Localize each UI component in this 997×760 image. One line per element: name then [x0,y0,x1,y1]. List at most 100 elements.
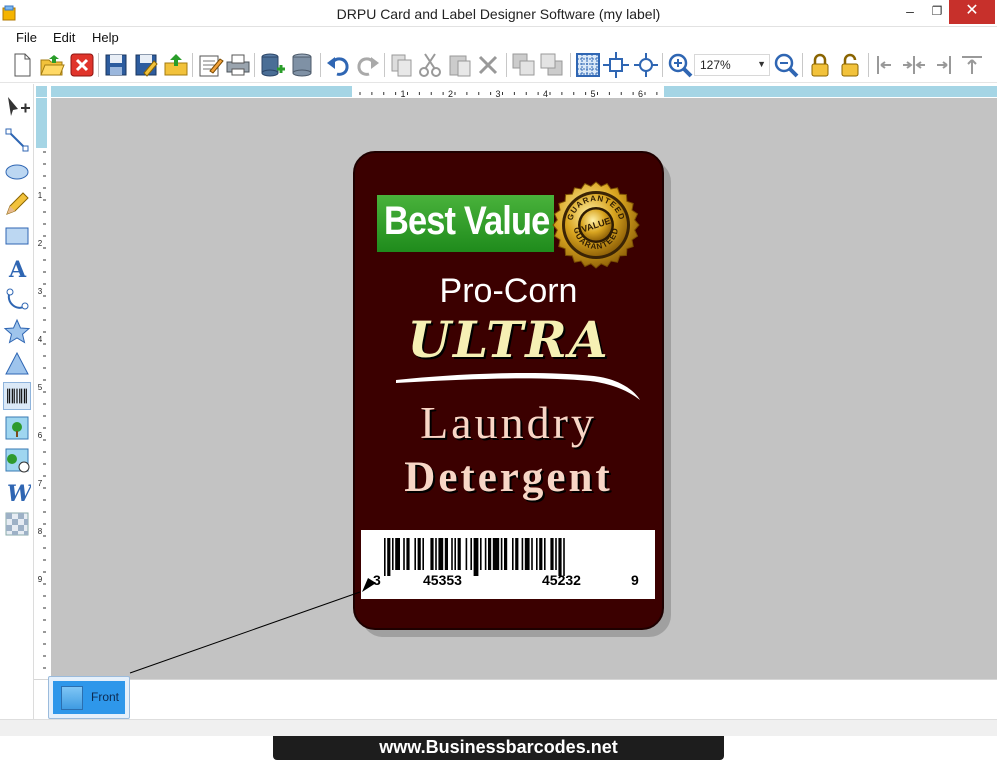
open-icon[interactable] [38,51,66,79]
barcode-bar [470,538,472,570]
print-icon[interactable] [224,51,252,79]
product-ultra-text[interactable]: ULTRA [355,310,662,369]
zoom-in-icon[interactable] [666,51,694,79]
svg-text:A: A [8,257,27,282]
new-icon[interactable] [8,51,36,79]
pencil-tool-icon[interactable] [3,190,31,218]
ellipse-tool-icon[interactable] [3,158,31,186]
title-bar: DRPU Card and Label Designer Software (m… [0,0,997,27]
product-laundry-text[interactable]: Laundry [355,396,662,449]
barcode-bar [417,538,421,570]
barcode-bar [512,538,514,570]
text-tool-icon[interactable]: A [3,254,31,282]
properties-icon[interactable] [196,51,224,79]
picture-library-icon[interactable] [3,446,31,474]
delete-icon[interactable] [474,51,502,79]
select-tool-icon[interactable] [3,94,31,122]
save-as-icon[interactable] [132,51,160,79]
product-detergent-text[interactable]: Detergent [355,453,662,502]
toolbar-separator [98,53,99,77]
barcode-bar [521,538,524,570]
triangle-tool-icon[interactable] [3,350,31,378]
menu-edit[interactable]: Edit [53,30,75,45]
barcode-bar [451,538,453,570]
send-back-icon[interactable] [538,51,566,79]
barcode-bar [454,538,456,570]
barcode-bar [392,538,394,570]
main-toolbar: 127% ▼ [0,47,997,83]
barcode-bar [465,538,468,570]
window-title: DRPU Card and Label Designer Software (m… [336,6,661,22]
undo-icon[interactable] [324,51,352,79]
maximize-button[interactable]: ❐ [922,0,952,24]
toolbar-separator [570,53,571,77]
ruler-number: 8 [38,527,43,536]
paste-icon[interactable] [446,51,474,79]
curve-tool-icon[interactable] [3,286,31,314]
best-value-text: Best Value [384,199,550,243]
center-icon[interactable] [602,51,630,79]
guarantee-seal-icon[interactable]: GUARANTEED GUARANTEED VALUE [552,181,640,269]
menu-help[interactable]: Help [92,30,119,45]
export-icon[interactable] [162,51,190,79]
product-brand-text[interactable]: Pro-Corn [355,272,662,311]
grid-icon[interactable] [574,51,602,79]
toolbar-separator [506,53,507,77]
barcode-bar [438,538,444,570]
save-icon[interactable] [102,51,130,79]
database-icon[interactable] [288,51,316,79]
database-add-icon[interactable] [258,51,286,79]
zoom-select[interactable]: 127% ▼ [694,54,770,76]
vertical-ruler-ticks: 1 2 3 4 5 6 7 8 9 [38,151,46,669]
toolbar-separator [320,53,321,77]
barcode-bar [384,538,386,576]
menu-file[interactable]: File [16,30,37,45]
chevron-down-icon: ▼ [757,59,766,69]
star-tool-icon[interactable] [3,318,31,346]
vertical-ruler[interactable]: 1 2 3 4 5 6 7 8 9 [36,98,47,729]
copy-icon[interactable] [388,51,416,79]
wordart-tool-icon[interactable]: W [3,478,31,506]
barcode-bar [555,538,557,570]
barcode-bar [500,538,503,570]
front-tab-highlight: Front [53,681,125,714]
barcode-bar [444,538,448,570]
barcode-bar [539,538,543,570]
ruler-number: 3 [38,287,43,296]
barcode-bar [563,538,565,576]
rectangle-tool-icon[interactable] [3,222,31,250]
fit-icon[interactable] [632,51,660,79]
front-page-tab[interactable]: Front [48,676,130,719]
barcode-bar [480,538,482,570]
zoom-out-icon[interactable] [772,51,800,79]
barcode-bar [395,538,400,570]
redo-icon[interactable] [354,51,382,79]
barcode-tool-icon[interactable] [3,382,31,410]
unlock-icon[interactable] [836,51,864,79]
front-tab-label: Front [91,690,120,704]
close-window-button[interactable]: ✕ [949,0,995,24]
barcode-bar [422,538,424,570]
minimize-button[interactable]: – [895,0,925,24]
lock-icon[interactable] [806,51,834,79]
status-bar [0,719,997,736]
horizontal-ruler[interactable]: 123456 [51,86,997,99]
line-tool-icon[interactable] [3,126,31,154]
align-right-icon[interactable] [928,51,956,79]
align-left-icon[interactable] [872,51,900,79]
align-center-icon[interactable] [900,51,928,79]
ruler-number: 9 [38,575,43,584]
vertical-ruler-label-area: 1 2 3 4 5 6 7 8 9 [36,148,47,729]
cut-icon[interactable] [416,51,444,79]
align-top-icon[interactable] [958,51,986,79]
barcode-bar [515,538,519,570]
image-tool-icon[interactable] [3,414,31,442]
ruler-number: 4 [38,335,43,344]
watermark-tool-icon[interactable] [3,510,31,538]
barcode-bar [536,538,538,570]
bring-front-icon[interactable] [510,51,538,79]
close-icon[interactable] [68,51,96,79]
barcode-bar [504,538,508,570]
barcode[interactable]: 3 45353 45232 9 [361,530,655,599]
toolbar-separator [192,53,193,77]
